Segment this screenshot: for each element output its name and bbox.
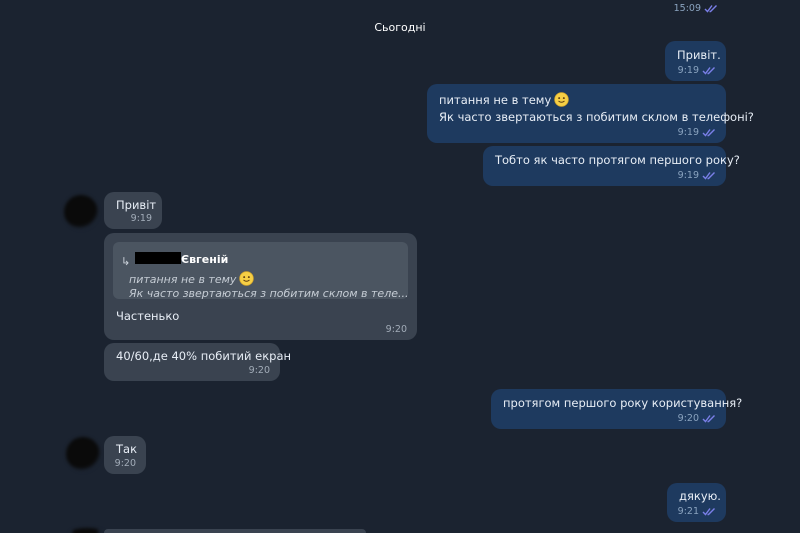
message-meta: 9:20	[678, 411, 716, 426]
message-incoming[interactable]: Так 9:20	[104, 436, 146, 474]
message-time: 9:21	[677, 506, 699, 517]
double-check-icon	[702, 171, 716, 180]
slightly-smiling-face-icon	[554, 92, 570, 107]
message-meta: 9:20	[115, 456, 136, 471]
message-time: 9:19	[677, 170, 699, 181]
message-outgoing[interactable]: протягом першого року користування? 9:20	[491, 389, 742, 429]
slightly-smiling-face-icon	[239, 271, 255, 286]
double-check-icon	[702, 414, 716, 423]
message-incoming[interactable]	[104, 529, 366, 533]
message-time: 9:20	[114, 458, 136, 469]
message-meta: 9:19	[678, 168, 716, 183]
message-time: 9:20	[385, 324, 407, 335]
reply-quote-line: питання не в тему	[129, 271, 255, 287]
message-text: Частенько	[116, 309, 180, 323]
message-time: 9:19	[677, 127, 699, 138]
message-time: 9:19	[677, 65, 699, 76]
message-time: 9:19	[130, 213, 152, 224]
message-text: дякую.	[679, 489, 721, 503]
double-check-icon	[702, 128, 716, 137]
reply-quote[interactable]: ↳ Євгеній питання не в тему Як часто зве…	[113, 242, 409, 300]
double-check-icon	[702, 66, 716, 75]
message-meta: 9:20	[386, 322, 407, 337]
avatar[interactable]	[70, 528, 104, 533]
message-text: протягом першого року користування?	[503, 396, 743, 410]
reply-quote-text: Як часто звертаються з побитим склом в т…	[129, 287, 409, 300]
message-outgoing[interactable]: дякую. 9:21	[667, 483, 726, 522]
message-meta: 9:19	[678, 125, 716, 140]
message-text: Привіт.	[677, 48, 721, 62]
message-outgoing[interactable]: Тобто як часто протягом першого року? 9:…	[483, 146, 740, 186]
message-time: 9:20	[248, 365, 270, 376]
message-text: Тобто як часто протягом першого року?	[495, 153, 740, 167]
message-meta: 9:19	[678, 63, 716, 78]
message-incoming[interactable]: 40/60,де 40% побитий екран 9:20	[104, 343, 291, 381]
message-meta: 9:21	[678, 504, 716, 519]
reply-author: Євгеній	[181, 253, 229, 266]
message-time: 9:20	[677, 413, 699, 424]
message-text-line: питання не в тему	[439, 92, 570, 108]
avatar[interactable]	[64, 195, 98, 229]
message-text: питання не в тему	[439, 93, 552, 107]
message-outgoing[interactable]: Привіт. 9:19	[665, 41, 726, 81]
message-meta: 9:20	[249, 363, 270, 378]
message-text: Так	[116, 442, 138, 456]
message-incoming[interactable]: Привіт 9:19	[104, 192, 162, 229]
redacted-name-block	[135, 252, 181, 264]
reply-quote-text: питання не в тему	[129, 273, 237, 286]
top-message-meta: 15:09	[674, 3, 718, 14]
message-meta: 9:19	[131, 211, 152, 226]
double-check-icon	[704, 4, 718, 13]
message-time: 15:09	[673, 3, 701, 14]
double-check-icon	[702, 507, 716, 516]
message-text: 40/60,де 40% побитий екран	[116, 349, 292, 363]
message-text: Як часто звертаються з побитим склом в т…	[439, 110, 754, 124]
chat-history: 15:09 Сьогодні Привіт. 9:19 питання не в…	[0, 0, 800, 533]
reply-arrow-icon: ↳	[121, 255, 131, 268]
avatar[interactable]	[66, 437, 100, 471]
message-incoming-reply[interactable]: ↳ Євгеній питання не в тему Як часто зве…	[104, 233, 417, 340]
date-separator: Сьогодні	[374, 21, 426, 34]
message-outgoing[interactable]: питання не в тему Як часто звертаються з…	[427, 84, 754, 143]
